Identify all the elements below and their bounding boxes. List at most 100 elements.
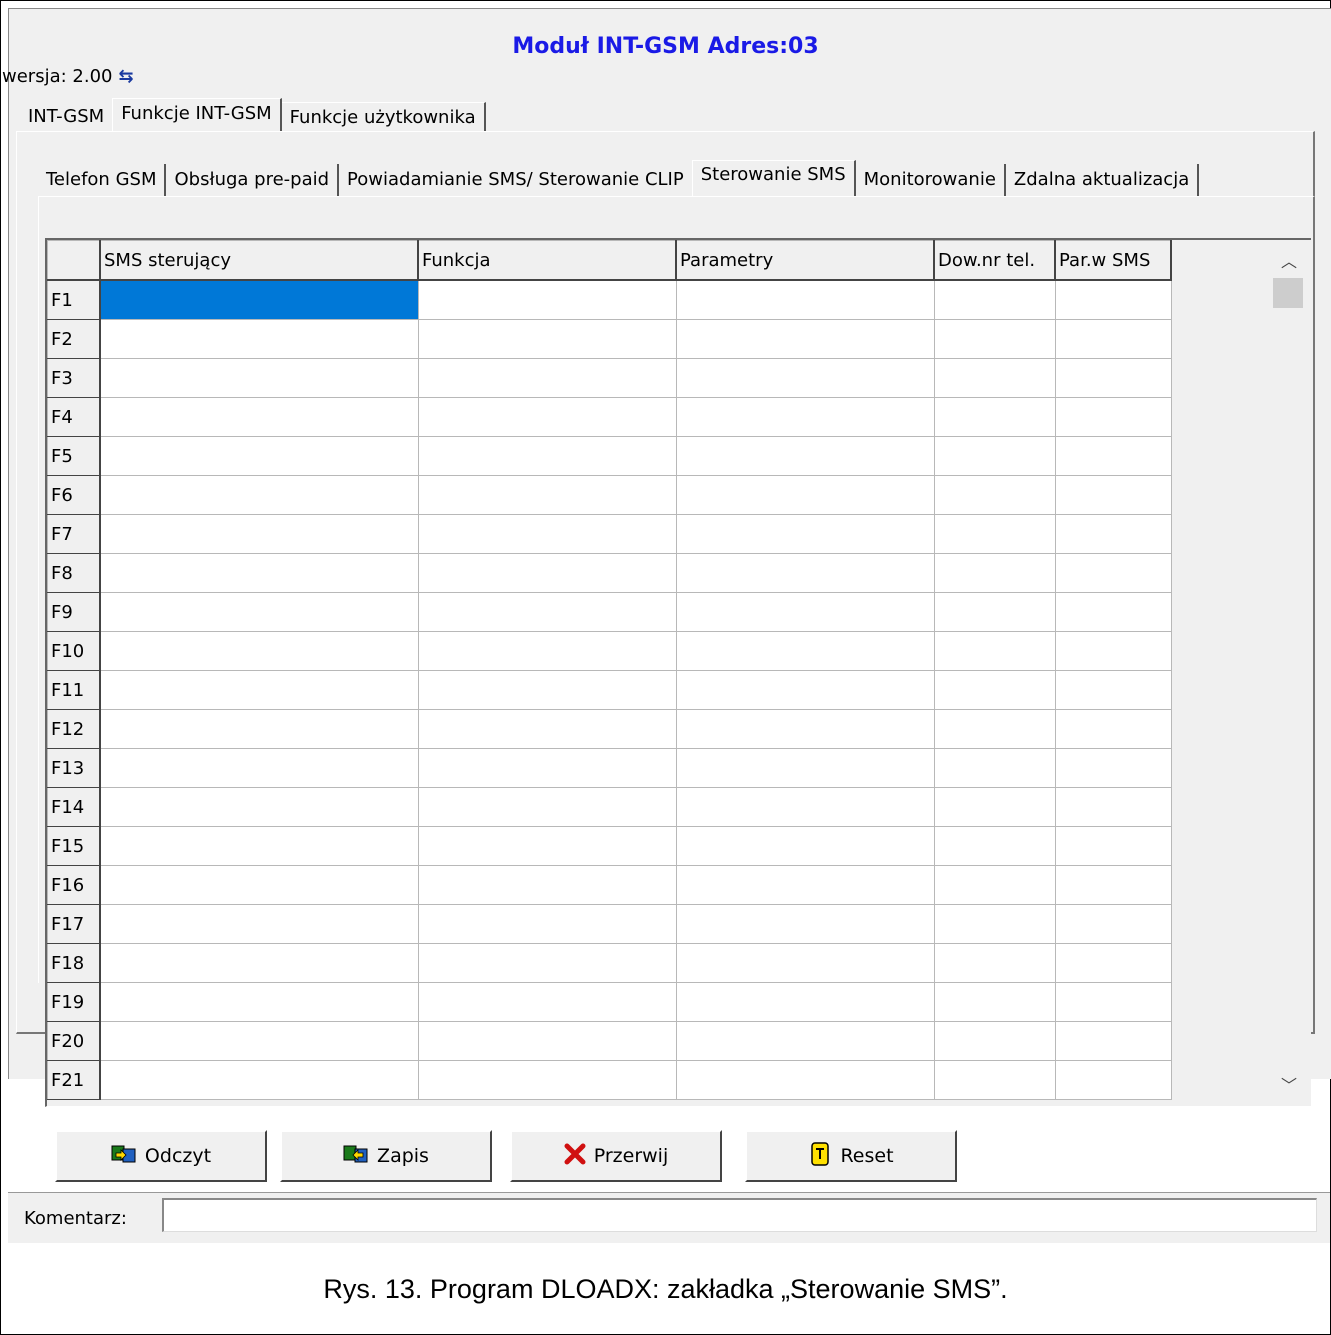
- grid-cell-par-w-sms[interactable]: [1054, 787, 1172, 827]
- grid-cell-sms-sterujacy[interactable]: [99, 553, 419, 593]
- grid-cell-dow-nr-tel[interactable]: [933, 865, 1056, 905]
- grid-cell-funkcja[interactable]: [417, 514, 677, 554]
- grid-cell-sms-sterujacy[interactable]: [99, 514, 419, 554]
- grid-cell-sms-sterujacy[interactable]: [99, 631, 419, 671]
- grid-cell-funkcja[interactable]: [417, 553, 677, 593]
- tab-sterowanie-sms[interactable]: Sterowanie SMS: [691, 160, 856, 196]
- tab-int-gsm[interactable]: INT-GSM: [20, 102, 112, 132]
- grid-cell-dow-nr-tel[interactable]: [933, 709, 1056, 749]
- grid-cell-par-w-sms[interactable]: [1054, 397, 1172, 437]
- grid-cell-funkcja[interactable]: [417, 319, 677, 359]
- read-button[interactable]: Odczyt: [55, 1130, 267, 1182]
- row-header[interactable]: F14: [47, 787, 101, 827]
- grid-cell-par-w-sms[interactable]: [1054, 1021, 1172, 1061]
- grid-cell-sms-sterujacy[interactable]: [99, 592, 419, 632]
- grid-cell-parametry[interactable]: [675, 319, 935, 359]
- grid-cell-par-w-sms[interactable]: [1054, 709, 1172, 749]
- grid-cell-dow-nr-tel[interactable]: [933, 592, 1056, 632]
- grid-cell-funkcja[interactable]: [417, 826, 677, 866]
- grid-cell-funkcja[interactable]: [417, 279, 677, 320]
- grid-cell-parametry[interactable]: [675, 514, 935, 554]
- grid-cell-dow-nr-tel[interactable]: [933, 631, 1056, 671]
- scroll-down-arrow-icon[interactable]: ﹀: [1281, 1072, 1297, 1096]
- grid-cell-funkcja[interactable]: [417, 904, 677, 944]
- grid-cell-sms-sterujacy[interactable]: [99, 670, 419, 710]
- column-header-parametry[interactable]: Parametry: [675, 240, 935, 281]
- grid-cell-par-w-sms[interactable]: [1054, 436, 1172, 476]
- grid-vertical-scrollbar[interactable]: ︿ ﹀: [1271, 240, 1307, 1104]
- comment-input[interactable]: [162, 1198, 1317, 1232]
- grid-cell-parametry[interactable]: [675, 1060, 935, 1100]
- row-header[interactable]: F8: [47, 553, 101, 593]
- grid-cell-sms-sterujacy[interactable]: [99, 436, 419, 476]
- grid-cell-funkcja[interactable]: [417, 709, 677, 749]
- row-header[interactable]: F6: [47, 475, 101, 515]
- scrollbar-thumb[interactable]: [1273, 278, 1303, 308]
- grid-cell-parametry[interactable]: [675, 787, 935, 827]
- row-header[interactable]: F17: [47, 904, 101, 944]
- grid-cell-funkcja[interactable]: [417, 943, 677, 983]
- column-header-dow-nr-tel[interactable]: Dow.nr tel.: [933, 240, 1056, 281]
- grid-cell-sms-sterujacy[interactable]: [99, 904, 419, 944]
- grid-cell-parametry[interactable]: [675, 904, 935, 944]
- grid-cell-parametry[interactable]: [675, 865, 935, 905]
- tab-obsluga-pre-paid[interactable]: Obsługa pre-paid: [166, 164, 340, 196]
- row-header[interactable]: F7: [47, 514, 101, 554]
- grid-cell-par-w-sms[interactable]: [1054, 475, 1172, 515]
- grid-cell-funkcja[interactable]: [417, 631, 677, 671]
- row-header[interactable]: F13: [47, 748, 101, 788]
- grid-cell-par-w-sms[interactable]: [1054, 865, 1172, 905]
- grid-cell-par-w-sms[interactable]: [1054, 904, 1172, 944]
- row-header[interactable]: F21: [47, 1060, 101, 1100]
- grid-cell-par-w-sms[interactable]: [1054, 748, 1172, 788]
- column-header-sms-sterujacy[interactable]: SMS sterujący: [99, 240, 419, 281]
- grid-cell-parametry[interactable]: [675, 982, 935, 1022]
- grid-cell-dow-nr-tel[interactable]: [933, 514, 1056, 554]
- grid-cell-funkcja[interactable]: [417, 475, 677, 515]
- grid-cell-parametry[interactable]: [675, 943, 935, 983]
- grid-cell-par-w-sms[interactable]: [1054, 826, 1172, 866]
- grid-cell-dow-nr-tel[interactable]: [933, 904, 1056, 944]
- grid-cell-sms-sterujacy[interactable]: [99, 787, 419, 827]
- grid-cell-dow-nr-tel[interactable]: [933, 358, 1056, 398]
- grid-cell-sms-sterujacy[interactable]: [99, 397, 419, 437]
- grid-cell-dow-nr-tel[interactable]: [933, 787, 1056, 827]
- grid-cell-par-w-sms[interactable]: [1054, 279, 1172, 320]
- grid-cell-parametry[interactable]: [675, 592, 935, 632]
- row-header[interactable]: F4: [47, 397, 101, 437]
- grid-cell-par-w-sms[interactable]: [1054, 631, 1172, 671]
- grid-cell-dow-nr-tel[interactable]: [933, 943, 1056, 983]
- grid-cell-par-w-sms[interactable]: [1054, 553, 1172, 593]
- tab-powiadamianie-sms[interactable]: Powiadamianie SMS/ Sterowanie CLIP: [339, 164, 692, 196]
- row-header[interactable]: F11: [47, 670, 101, 710]
- grid-cell-dow-nr-tel[interactable]: [933, 748, 1056, 788]
- tab-funkcje-uzytkownika[interactable]: Funkcje użytkownika: [281, 102, 486, 132]
- grid-cell-funkcja[interactable]: [417, 436, 677, 476]
- grid-cell-funkcja[interactable]: [417, 397, 677, 437]
- column-header-funkcja[interactable]: Funkcja: [417, 240, 677, 281]
- grid-cell-funkcja[interactable]: [417, 1060, 677, 1100]
- column-header-par-w-sms[interactable]: Par.w SMS: [1054, 240, 1172, 281]
- grid-cell-dow-nr-tel[interactable]: [933, 1060, 1056, 1100]
- tab-monitorowanie[interactable]: Monitorowanie: [856, 164, 1006, 196]
- tab-funkcje-int-gsm[interactable]: Funkcje INT-GSM: [112, 98, 282, 132]
- grid-cell-parametry[interactable]: [675, 670, 935, 710]
- grid-cell-funkcja[interactable]: [417, 787, 677, 827]
- grid-cell-sms-sterujacy[interactable]: [99, 1021, 419, 1061]
- grid-cell-dow-nr-tel[interactable]: [933, 982, 1056, 1022]
- grid-cell-parametry[interactable]: [675, 748, 935, 788]
- grid-cell-par-w-sms[interactable]: [1054, 358, 1172, 398]
- row-header[interactable]: F19: [47, 982, 101, 1022]
- row-header[interactable]: F5: [47, 436, 101, 476]
- grid-cell-sms-sterujacy[interactable]: [99, 319, 419, 359]
- tab-telefon-gsm[interactable]: Telefon GSM: [38, 164, 167, 196]
- abort-button[interactable]: Przerwij: [510, 1130, 722, 1182]
- grid-cell-funkcja[interactable]: [417, 865, 677, 905]
- tab-zdalna-aktualizacja[interactable]: Zdalna aktualizacja: [1006, 164, 1200, 196]
- row-header[interactable]: F12: [47, 709, 101, 749]
- grid-cell-funkcja[interactable]: [417, 358, 677, 398]
- grid-cell-parametry[interactable]: [675, 358, 935, 398]
- row-header[interactable]: F16: [47, 865, 101, 905]
- grid-cell-parametry[interactable]: [675, 436, 935, 476]
- grid-cell-dow-nr-tel[interactable]: [933, 553, 1056, 593]
